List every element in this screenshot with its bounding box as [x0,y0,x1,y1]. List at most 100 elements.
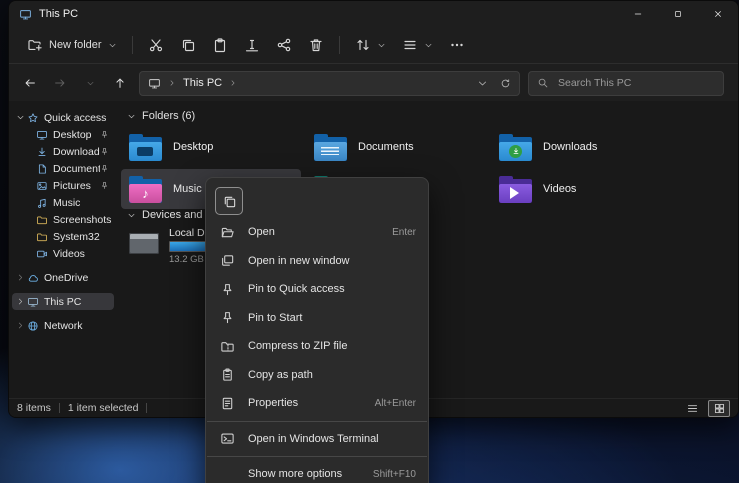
video-icon [36,248,48,260]
rename-button[interactable] [236,30,268,60]
menu-item-properties[interactable]: Properties Alt+Enter [206,389,428,418]
forward-button[interactable] [49,72,71,94]
sidebar-item-desktop[interactable]: Desktop [12,126,114,143]
address-dropdown-icon[interactable] [477,78,488,89]
address-bar[interactable]: This PC [139,71,520,96]
cut-button[interactable] [140,30,172,60]
sidebar-item-documents[interactable]: Documents [12,160,114,177]
refresh-icon[interactable] [500,78,511,89]
menu-item-compress-zip[interactable]: Compress to ZIP file [206,332,428,361]
menu-item-show-more-options[interactable]: Show more options Shift+F10 [206,460,428,483]
paste-button[interactable] [204,30,236,60]
menu-item-pin-to-start[interactable]: Pin to Start [206,304,428,333]
rename-icon [244,37,260,53]
selection-count: 1 item selected [68,402,139,414]
maximize-icon [673,9,683,19]
item-count: 8 items [17,402,51,414]
sort-button[interactable] [347,30,394,60]
menu-item-open[interactable]: Open Enter [206,218,428,247]
folder-tile-downloads[interactable]: Downloads [491,127,671,167]
folders-section-header[interactable]: Folders (6) [127,110,195,122]
sidebar-item-downloads[interactable]: Downloads [12,143,114,160]
maximize-button[interactable] [658,1,698,27]
menu-separator [207,456,427,457]
search-input[interactable] [556,76,715,90]
chevron-down-icon [424,41,433,50]
chevron-right-icon [16,321,25,330]
window-title: This PC [39,8,78,20]
chevron-down-icon [16,113,25,122]
breadcrumb-separator-icon [229,79,237,87]
new-folder-button[interactable]: New folder [19,30,125,60]
menu-item-open-windows-terminal[interactable]: Open in Windows Terminal [206,425,428,454]
chevron-right-icon [16,273,25,282]
folder-tile-documents[interactable]: Documents [306,127,486,167]
chevron-down-icon [108,41,117,50]
delete-button[interactable] [300,30,332,60]
sidebar-item-this-pc[interactable]: This PC [12,293,114,310]
sidebar-item-videos[interactable]: Videos [12,245,114,262]
sidebar-item-network[interactable]: Network [12,317,114,334]
documents-folder-icon [314,134,347,161]
download-arrow-icon [512,147,520,155]
sort-icon [355,37,371,53]
menu-item-open-new-window[interactable]: Open in new window [206,247,428,276]
menu-item-pin-quick-access[interactable]: Pin to Quick access [206,275,428,304]
minimize-button[interactable] [618,1,658,27]
picture-icon [36,180,48,192]
sidebar-item-quick-access[interactable]: Quick access [12,109,114,126]
monitor-icon [36,129,48,141]
more-options-button[interactable] [441,30,473,60]
context-menu-quick-actions [206,184,428,218]
more-options-icon [449,37,465,53]
pin-icon [100,147,109,156]
status-separator [146,403,147,413]
title-bar: This PC [9,1,738,27]
network-icon [27,320,39,332]
recent-locations-button[interactable] [79,72,101,94]
sidebar-item-screenshots[interactable]: Screenshots [12,211,114,228]
folder-icon [36,231,48,243]
chevron-down-icon [127,211,136,220]
quick-copy-button[interactable] [215,187,243,215]
chevron-down-icon [86,79,95,88]
download-icon [36,146,48,158]
downloads-folder-icon [499,134,532,161]
sidebar-item-system32[interactable]: System32 [12,228,114,245]
view-button[interactable] [394,30,441,60]
sidebar-item-pictures[interactable]: Pictures [12,177,114,194]
cut-icon [148,37,164,53]
search-box[interactable] [528,71,724,96]
star-icon [27,112,39,124]
delete-icon [308,37,324,53]
share-button[interactable] [268,30,300,60]
open-icon [220,225,235,240]
up-button[interactable] [109,72,131,94]
zip-icon [220,339,235,354]
minimize-icon [633,9,643,19]
share-icon [276,37,292,53]
sidebar-item-music[interactable]: Music [12,194,114,211]
paste-icon [212,37,228,53]
breadcrumb-separator-icon [168,79,176,87]
terminal-icon [220,431,235,446]
chevron-right-icon [16,297,25,306]
breadcrumb[interactable]: This PC [183,77,222,89]
up-icon [113,76,127,90]
details-view-button[interactable] [682,401,702,416]
details-view-icon [686,402,699,415]
folder-icon [36,214,48,226]
sidebar-item-onedrive[interactable]: OneDrive [12,269,114,286]
blank-icon [220,467,235,482]
back-button[interactable] [19,72,41,94]
folder-tile-desktop[interactable]: Desktop [121,127,301,167]
navigation-pane: Quick access Desktop Downloads Documents [9,101,117,399]
close-button[interactable] [698,1,738,27]
menu-item-copy-as-path[interactable]: Copy as path [206,361,428,390]
thumbnails-view-button[interactable] [708,400,730,417]
folder-tile-videos[interactable]: Videos [491,169,671,209]
command-toolbar: New folder [9,27,738,64]
chevron-down-icon [127,112,136,121]
copy-button[interactable] [172,30,204,60]
menu-separator [207,421,427,422]
